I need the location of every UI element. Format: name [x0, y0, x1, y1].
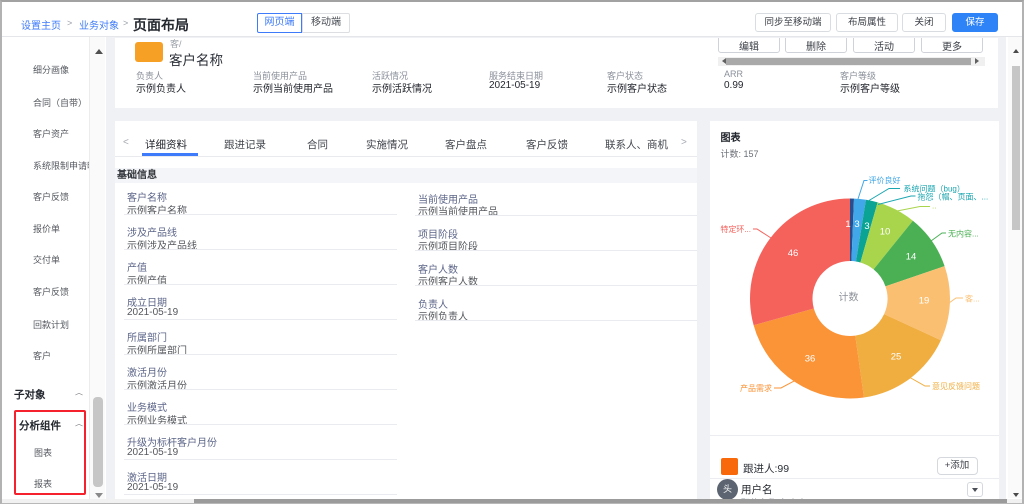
svg-text:25: 25 [891, 352, 902, 363]
svg-text:3: 3 [864, 221, 869, 232]
svg-text:46: 46 [788, 248, 799, 259]
svg-text:评价良好: 评价良好 [869, 175, 901, 185]
svg-text:计数: 计数 [839, 291, 859, 304]
svg-text:36: 36 [805, 354, 816, 365]
svg-text:产品需求: 产品需求 [740, 383, 772, 393]
svg-text:意见反馈问题: 意见反馈问题 [932, 381, 980, 391]
svg-text:3: 3 [854, 219, 859, 230]
svg-text:..: .. [932, 202, 936, 211]
svg-text:客...: 客... [965, 294, 980, 304]
svg-text:拖怨（帽、页面、...: 拖怨（帽、页面、... [918, 191, 989, 201]
svg-text:19: 19 [919, 296, 930, 307]
svg-text:特定环...: 特定环... [720, 224, 751, 234]
svg-text:1: 1 [845, 219, 850, 230]
svg-text:14: 14 [906, 252, 917, 263]
svg-text:10: 10 [880, 227, 891, 238]
svg-text:无内容...: 无内容... [948, 229, 979, 239]
